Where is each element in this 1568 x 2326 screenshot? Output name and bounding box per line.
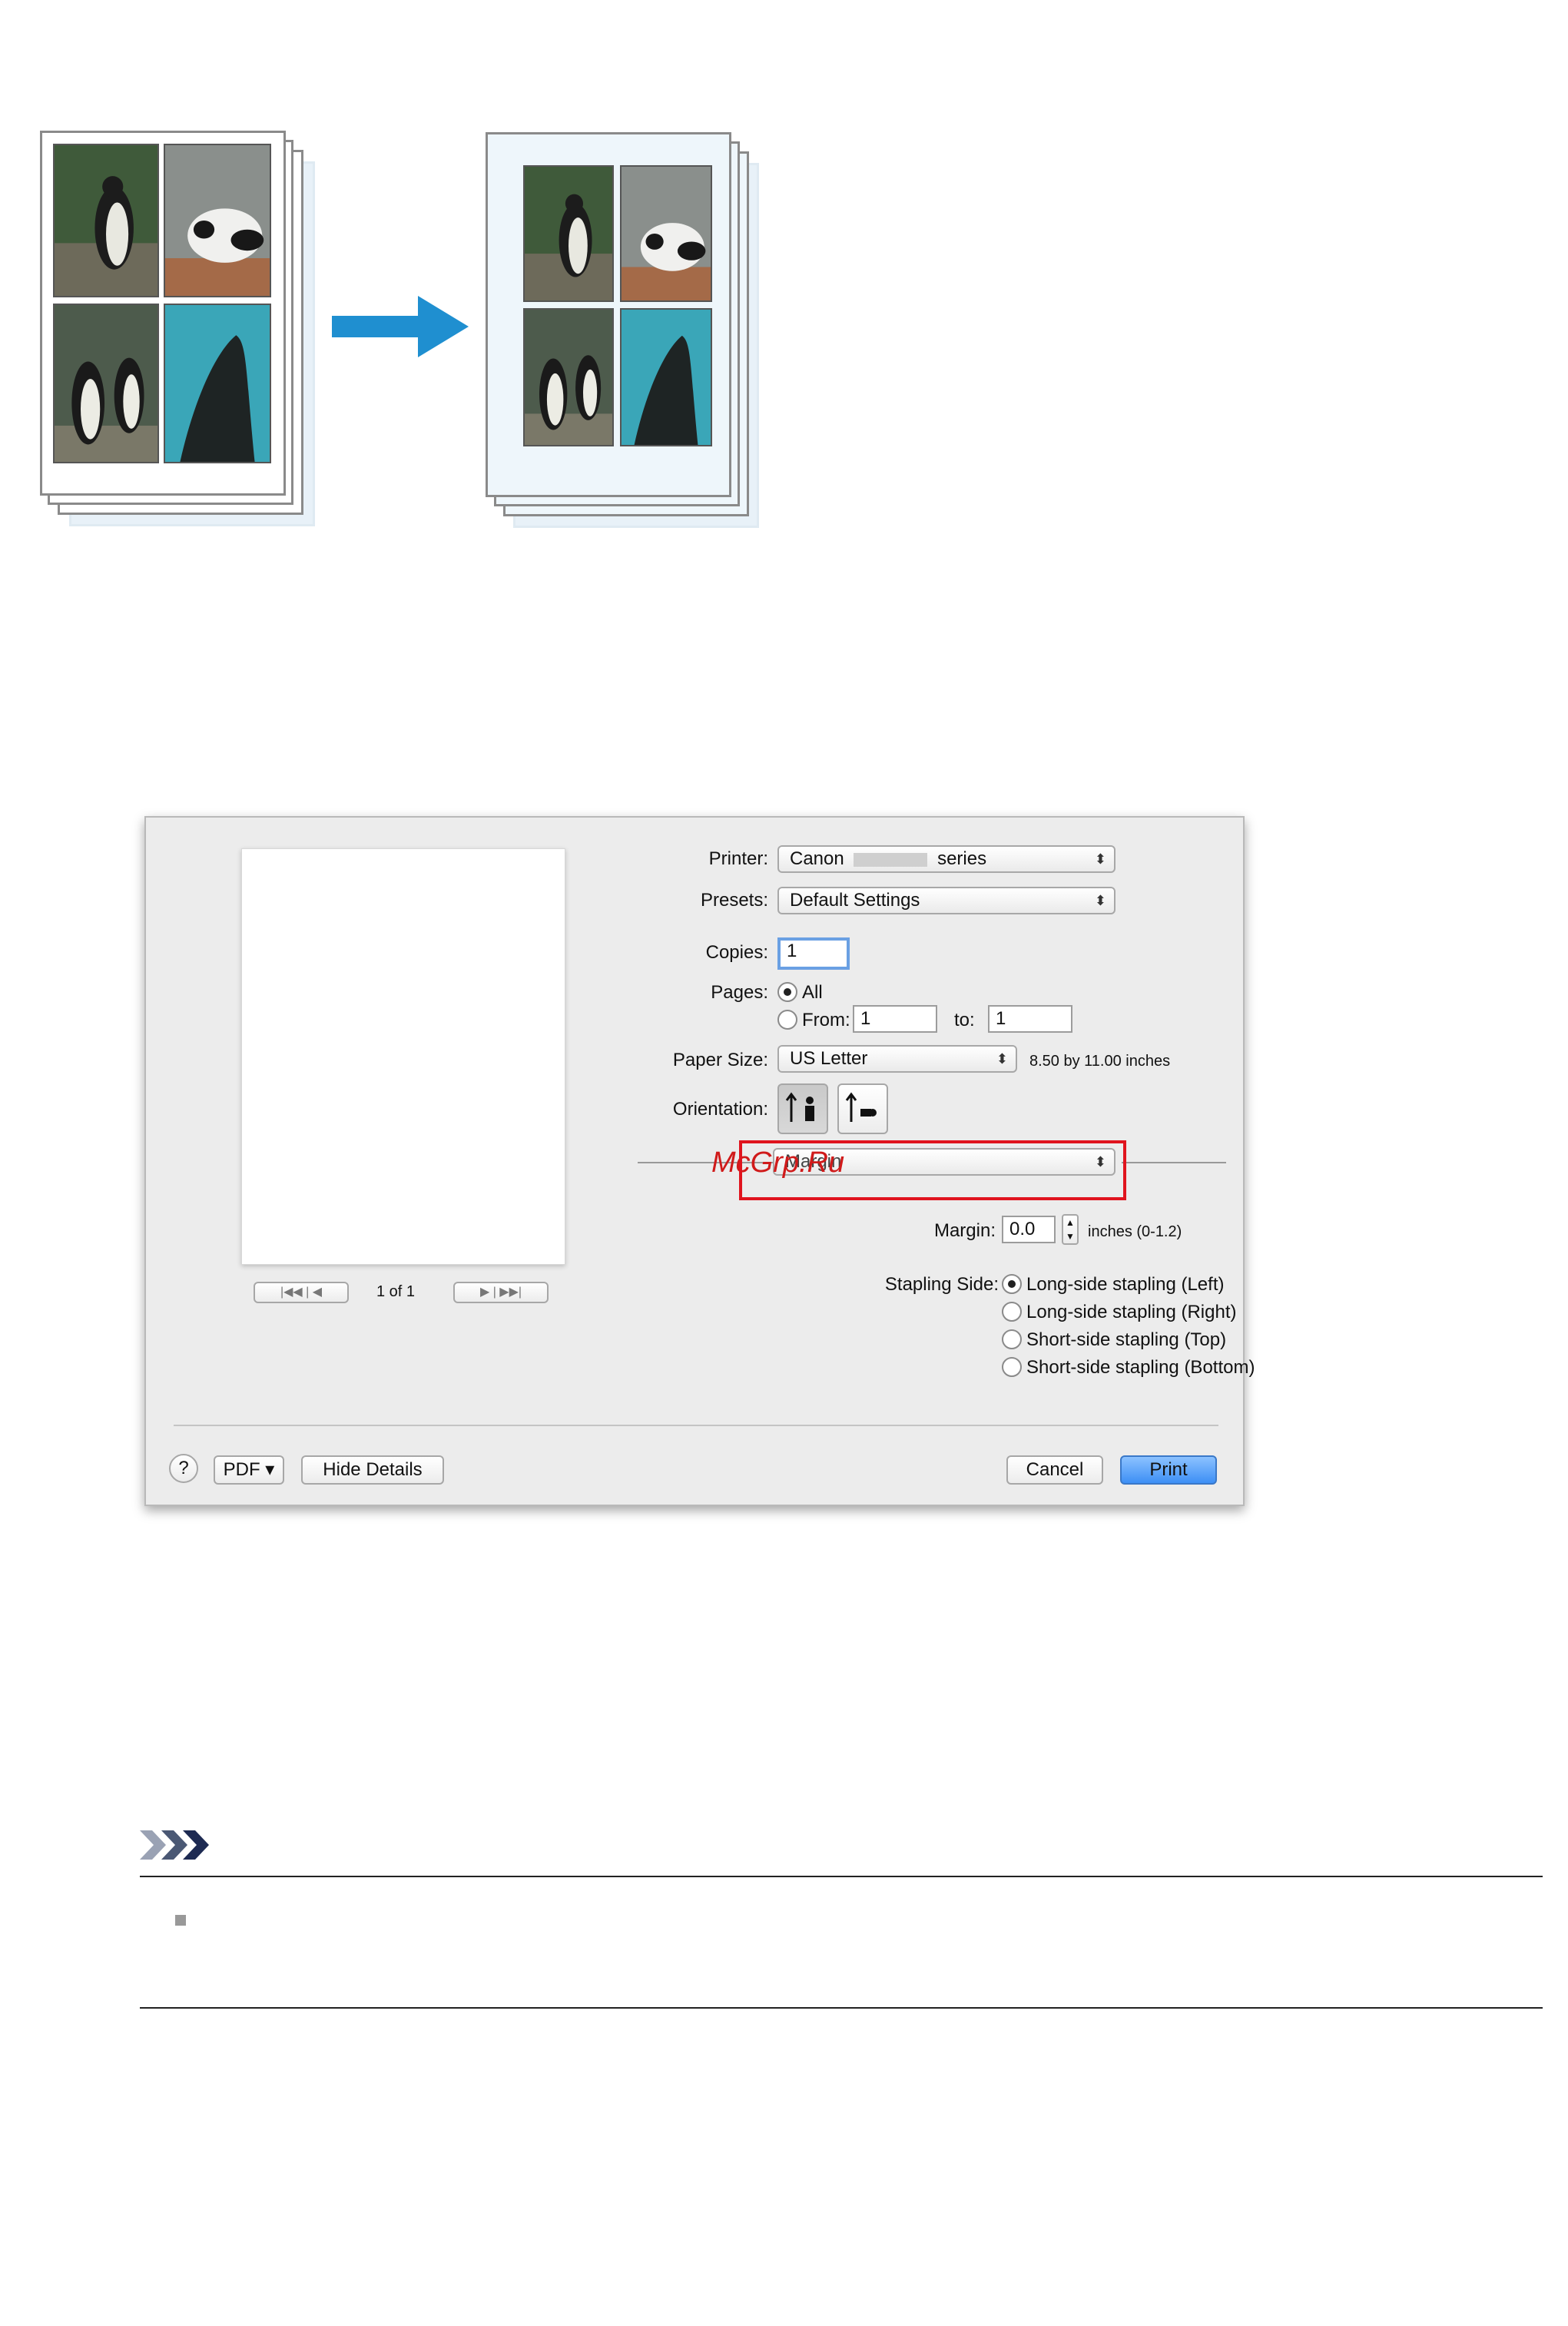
- paper-size-value: US Letter: [790, 1048, 868, 1069]
- orientation-landscape-button[interactable]: [837, 1083, 888, 1134]
- pages-to-label: to:: [954, 1010, 975, 1030]
- margin-label: Margin:: [933, 1220, 996, 1241]
- section-separator-right: [1122, 1162, 1226, 1163]
- photo-penguins: [53, 304, 159, 463]
- paper-size-label: Paper Size:: [672, 1050, 768, 1070]
- pages-label: Pages:: [711, 982, 768, 1003]
- stapling-option-label: Long-side stapling (Left): [1026, 1274, 1225, 1295]
- highlight-box: [739, 1140, 1126, 1200]
- pages-all-label: All: [802, 982, 823, 1003]
- hide-details-button[interactable]: Hide Details: [301, 1455, 444, 1485]
- presets-label: Presets:: [700, 890, 768, 911]
- note-chevrons-icon: [140, 1830, 209, 1860]
- stapling-option-radio[interactable]: [1002, 1329, 1022, 1349]
- photo-panda: [164, 144, 271, 297]
- printer-name-prefix: Canon: [790, 848, 844, 869]
- paper-dimensions: 8.50 by 11.00 inches: [1029, 1053, 1171, 1070]
- pages-to-field[interactable]: 1: [988, 1005, 1072, 1033]
- margin-field[interactable]: 0.0: [1002, 1216, 1056, 1243]
- copies-field[interactable]: 1: [777, 937, 850, 970]
- print-button[interactable]: Print: [1120, 1455, 1217, 1485]
- margin-unit: inches (0-1.2): [1088, 1223, 1182, 1240]
- note-bottom-rule: [140, 2007, 1543, 2009]
- popup-arrows-icon: ⬍: [996, 1051, 1008, 1067]
- pdf-button[interactable]: PDF ▾: [214, 1455, 284, 1485]
- pages-all-radio[interactable]: [777, 982, 797, 1002]
- photo-seal: [620, 308, 712, 446]
- presets-value: Default Settings: [790, 890, 920, 911]
- page-before: [40, 131, 286, 496]
- preview-next-last-buttons[interactable]: ▶ | ▶▶|: [453, 1282, 549, 1303]
- stapling-option-label: Short-side stapling (Top): [1026, 1329, 1227, 1350]
- paper-size-popup[interactable]: US Letter ⬍: [777, 1045, 1017, 1073]
- preview-first-prev-buttons[interactable]: |◀◀ | ◀: [254, 1282, 349, 1303]
- pages-from-label: From:: [802, 1010, 850, 1030]
- print-preview: [241, 848, 565, 1265]
- popup-arrows-icon: ⬍: [1094, 893, 1106, 908]
- page-after: [486, 132, 731, 497]
- pages-from-field[interactable]: 1: [853, 1005, 937, 1033]
- stapling-option-radio[interactable]: [1002, 1357, 1022, 1377]
- photo-seal: [164, 304, 271, 463]
- presets-popup[interactable]: Default Settings ⬍: [777, 887, 1116, 914]
- printer-name-suffix: series: [937, 848, 987, 869]
- transform-arrow-icon: [332, 296, 469, 357]
- printer-model-redacted: [854, 852, 928, 867]
- printer-popup[interactable]: Canon series ⬍: [777, 845, 1116, 873]
- help-button[interactable]: ?: [169, 1454, 198, 1483]
- orientation-label: Orientation:: [672, 1099, 768, 1120]
- portrait-orientation-icon: [785, 1092, 814, 1122]
- stapling-option-label: Long-side stapling (Right): [1026, 1302, 1237, 1322]
- stapling-option-label: Short-side stapling (Bottom): [1026, 1357, 1255, 1378]
- popup-arrows-icon: ⬍: [1094, 851, 1106, 867]
- print-dialog: |◀◀ | ◀ 1 of 1 ▶ | ▶▶| Printer: Canon se…: [144, 816, 1255, 1506]
- page-indicator: 1 of 1: [376, 1283, 416, 1300]
- stapling-option-radio[interactable]: [1002, 1302, 1022, 1322]
- note-top-rule: [140, 1876, 1543, 1877]
- orientation-portrait-button[interactable]: [777, 1083, 828, 1134]
- square-bullet-icon: [175, 1915, 186, 1926]
- stapling-option-radio[interactable]: [1002, 1274, 1022, 1294]
- cancel-button[interactable]: Cancel: [1006, 1455, 1103, 1485]
- photo-penguin: [523, 165, 614, 302]
- stapling-side-label: Stapling Side:: [884, 1274, 999, 1295]
- photo-penguin: [53, 144, 159, 297]
- photo-panda: [620, 165, 712, 302]
- landscape-orientation-icon: [845, 1092, 877, 1122]
- copies-label: Copies:: [705, 942, 768, 963]
- photo-penguins: [523, 308, 614, 446]
- margin-stepper[interactable]: ▲ ▼: [1062, 1214, 1079, 1245]
- footer-separator: [174, 1425, 1218, 1426]
- pages-from-radio[interactable]: [777, 1010, 797, 1030]
- printer-label: Printer:: [708, 848, 768, 869]
